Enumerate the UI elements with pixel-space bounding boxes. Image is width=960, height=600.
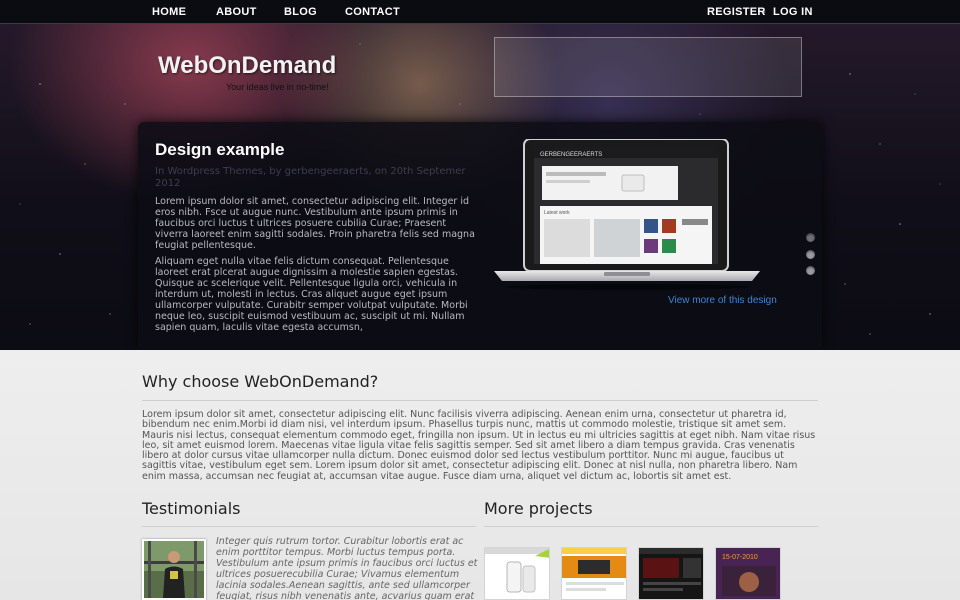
main-content: Why choose WebOnDemand? Lorem ipsum dolo… xyxy=(0,350,960,600)
testimonial-avatar xyxy=(142,539,206,600)
slide-meta: In Wordpress Themes, by gerbengeeraerts,… xyxy=(155,166,466,189)
why-divider xyxy=(142,400,818,401)
testimonials-title: Testimonials xyxy=(142,499,241,518)
screen-brand-text: GERBENGEERAERTS xyxy=(540,152,602,158)
top-navigation: HOME ABOUT BLOG CONTACT REGISTER - LOG I… xyxy=(0,0,960,24)
why-section-text: Lorem ipsum dolor sit amet, consectetur … xyxy=(142,409,816,482)
site-tagline: Your ideas live in no-time! xyxy=(226,82,329,92)
more-projects-title: More projects xyxy=(484,499,593,518)
register-link[interactable]: REGISTER xyxy=(707,6,766,18)
header-banner-placeholder xyxy=(494,37,802,97)
projects-divider xyxy=(484,526,818,527)
login-link[interactable]: LOG IN xyxy=(773,6,813,18)
slider-dot-3[interactable] xyxy=(806,266,815,275)
testimonials-divider xyxy=(142,526,476,527)
slider-dot-1[interactable] xyxy=(806,233,815,242)
nav-contact-link[interactable]: CONTACT xyxy=(345,6,400,18)
slide-paragraph-2: Aliquam eget nulla vitae felis dictum co… xyxy=(155,256,468,333)
screen-latest-text: Latest work xyxy=(544,210,570,216)
featured-slider: Design example In Wordpress Themes, by g… xyxy=(138,122,822,350)
project-date-label: 15-07-2010 xyxy=(722,554,758,561)
nav-about-link[interactable]: ABOUT xyxy=(216,6,257,18)
why-section-title: Why choose WebOnDemand? xyxy=(142,372,379,391)
view-more-design-link[interactable]: View more of this design xyxy=(668,295,777,306)
person-photo xyxy=(144,541,204,598)
nav-separator: - xyxy=(762,6,766,18)
testimonial-quote: Integer quis rutrum tortor. Curabitur lo… xyxy=(216,536,478,600)
nav-home-link[interactable]: HOME xyxy=(152,6,186,18)
project-thumbnail-3[interactable] xyxy=(638,547,704,600)
project-thumbnail-4[interactable]: 15-07-2010 xyxy=(715,547,781,600)
slide-title: Design example xyxy=(155,140,285,159)
slider-dot-2[interactable] xyxy=(806,250,815,259)
site-logo[interactable]: WebOnDemand xyxy=(158,52,336,80)
nav-blog-link[interactable]: BLOG xyxy=(284,6,317,18)
laptop-preview-image[interactable]: GERBENGEERAERTS Latest work xyxy=(494,139,760,291)
project-thumbnail-2[interactable] xyxy=(561,547,627,600)
project-thumbnail-1[interactable] xyxy=(484,547,550,600)
slide-paragraph-1: Lorem ipsum dolor sit amet, consectetur … xyxy=(155,196,475,251)
hero-banner: WebOnDemand Your ideas live in no-time! … xyxy=(0,24,960,350)
